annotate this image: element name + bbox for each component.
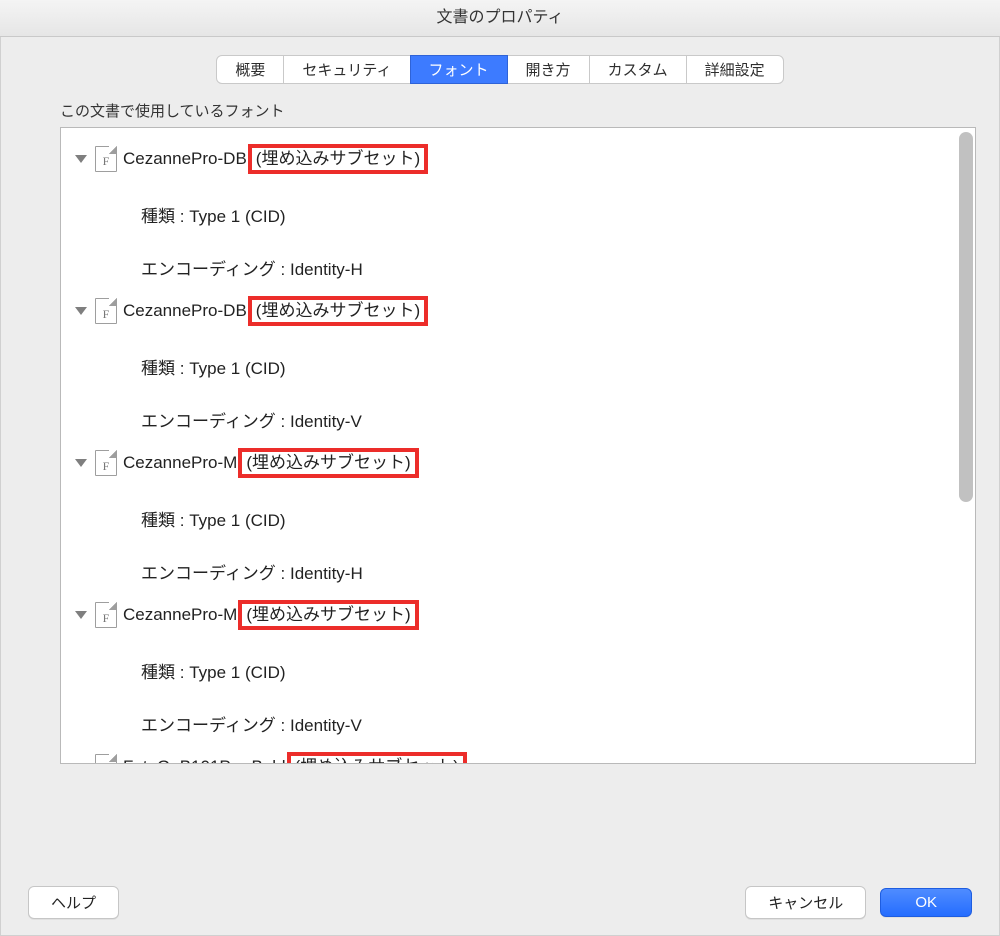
font-encoding-line: エンコーディング : Identity-V <box>141 407 955 432</box>
ok-button[interactable]: OK <box>880 888 972 917</box>
font-entry[interactable]: FCezannePro-DB(埋め込みサブセット)種類 : Type 1 (CI… <box>61 280 975 432</box>
font-type-line: 種類 : Type 1 (CID) <box>141 658 955 683</box>
disclosure-triangle-icon[interactable] <box>75 307 87 315</box>
font-type-line: 種類 : Type 1 (CID) <box>141 354 955 379</box>
fonts-section-label: この文書で使用しているフォント <box>60 100 976 121</box>
font-entry[interactable]: FCezannePro-DB(埋め込みサブセット)種類 : Type 1 (CI… <box>61 128 975 280</box>
font-list[interactable]: FCezannePro-DB(埋め込みサブセット)種類 : Type 1 (CI… <box>60 127 976 764</box>
font-file-icon: F <box>95 298 117 324</box>
font-file-icon: F <box>95 146 117 172</box>
tab-2[interactable]: フォント <box>410 55 508 84</box>
font-row[interactable]: FCezannePro-M(埋め込みサブセット) <box>75 448 955 478</box>
tab-4[interactable]: カスタム <box>589 55 687 84</box>
tab-1[interactable]: セキュリティ <box>283 55 410 84</box>
font-name: CezannePro-M <box>123 452 237 474</box>
disclosure-triangle-icon[interactable] <box>75 155 87 163</box>
disclosure-triangle-icon[interactable] <box>75 763 87 764</box>
document-properties-window: 文書のプロパティ 概要セキュリティフォント開き方カスタム詳細設定 この文書で使用… <box>0 0 1000 936</box>
embed-subset-highlight: (埋め込みサブセット) <box>248 144 428 174</box>
font-row[interactable]: FCezannePro-DB(埋め込みサブセット) <box>75 296 955 326</box>
embed-subset-highlight: (埋め込みサブセット) <box>238 600 418 630</box>
font-entry[interactable]: F FutoGoB101Pro-Bold(埋め込みサブセット) <box>61 736 975 764</box>
disclosure-triangle-icon[interactable] <box>75 611 87 619</box>
embed-subset-highlight: (埋め込みサブセット) <box>287 752 467 764</box>
font-name: CezannePro-DB <box>123 148 247 170</box>
font-name-line: CezannePro-DB(埋め込みサブセット) <box>123 296 428 326</box>
tab-bar: 概要セキュリティフォント開き方カスタム詳細設定 <box>0 37 1000 100</box>
font-name-line: FutoGoB101Pro-Bold(埋め込みサブセット) <box>123 752 467 764</box>
font-type-line: 種類 : Type 1 (CID) <box>141 202 955 227</box>
font-row[interactable]: FCezannePro-DB(埋め込みサブセット) <box>75 144 955 174</box>
embed-subset-highlight: (埋め込みサブセット) <box>248 296 428 326</box>
dialog-footer: ヘルプ キャンセル OK <box>0 874 1000 936</box>
tab-5[interactable]: 詳細設定 <box>686 55 784 84</box>
font-name-line: CezannePro-M(埋め込みサブセット) <box>123 448 419 478</box>
disclosure-triangle-icon[interactable] <box>75 459 87 467</box>
font-list-wrap: FCezannePro-DB(埋め込みサブセット)種類 : Type 1 (CI… <box>60 127 976 814</box>
font-name: CezannePro-M <box>123 604 237 626</box>
font-entry[interactable]: FCezannePro-M(埋め込みサブセット)種類 : Type 1 (CID… <box>61 584 975 736</box>
font-file-icon: F <box>95 602 117 628</box>
window-title: 文書のプロパティ <box>0 0 1000 37</box>
font-type-line: 種類 : Type 1 (CID) <box>141 506 955 531</box>
embed-subset-highlight: (埋め込みサブセット) <box>238 448 418 478</box>
tab-3[interactable]: 開き方 <box>507 55 590 84</box>
font-encoding-line: エンコーディング : Identity-H <box>141 255 955 280</box>
font-entry[interactable]: FCezannePro-M(埋め込みサブセット)種類 : Type 1 (CID… <box>61 432 975 584</box>
font-name-line: CezannePro-DB(埋め込みサブセット) <box>123 144 428 174</box>
font-name-line: CezannePro-M(埋め込みサブセット) <box>123 600 419 630</box>
font-row[interactable]: FCezannePro-M(埋め込みサブセット) <box>75 600 955 630</box>
font-row[interactable]: F FutoGoB101Pro-Bold(埋め込みサブセット) <box>75 752 955 764</box>
font-name: CezannePro-DB <box>123 300 247 322</box>
font-name: FutoGoB101Pro-Bold <box>123 756 286 764</box>
tab-0[interactable]: 概要 <box>216 55 284 84</box>
font-file-icon: F <box>95 450 117 476</box>
font-encoding-line: エンコーディング : Identity-H <box>141 559 955 584</box>
help-button[interactable]: ヘルプ <box>28 886 119 919</box>
dialog-body: この文書で使用しているフォント FCezannePro-DB(埋め込みサブセット… <box>0 100 1000 874</box>
cancel-button[interactable]: キャンセル <box>745 886 866 919</box>
font-file-icon: F <box>95 754 117 764</box>
font-encoding-line: エンコーディング : Identity-V <box>141 711 955 736</box>
scrollbar-thumb[interactable] <box>959 132 973 502</box>
